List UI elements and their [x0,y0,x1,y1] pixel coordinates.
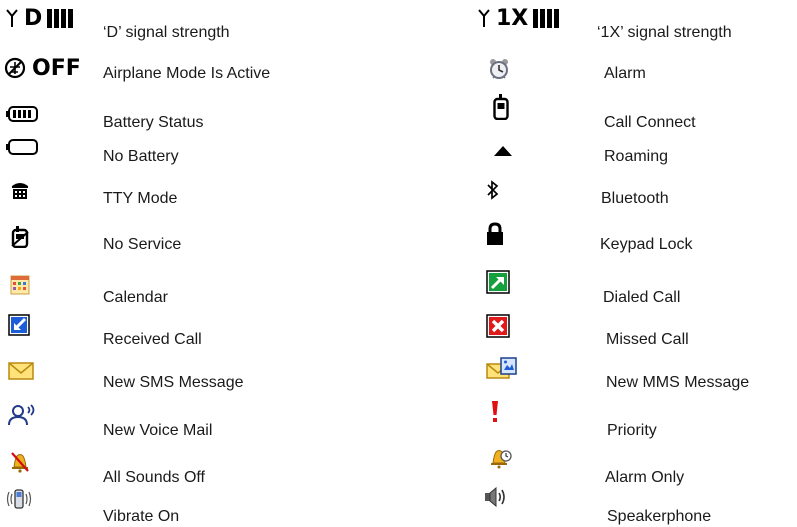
alarm-clock-icon [488,58,510,80]
battery-empty-icon [6,139,38,155]
airplane-mode-icon: OFF [4,54,81,82]
tty-mode-label: TTY Mode [103,190,178,207]
keypad-lock-label: Keypad Lock [600,236,693,253]
sms-envelope-icon [8,362,34,380]
new-mms-label: New MMS Message [606,374,750,391]
alarm-only-label: Alarm Only [605,469,685,486]
priority-label: Priority [607,422,657,439]
all-sounds-off-label: All Sounds Off [103,469,205,486]
1x-signal-label: ‘1X’ signal strength [597,24,732,41]
roaming-triangle-icon [494,146,512,156]
mms-envelope-icon [486,356,518,380]
missed-call-icon [486,314,510,338]
sounds-off-bell-icon [10,451,30,473]
new-voice-mail-label: New Voice Mail [103,422,213,439]
speakerphone-label: Speakerphone [607,508,712,525]
1x-signal-icon: 1X [478,4,560,32]
alarm-only-bell-icon [490,447,512,469]
dialed-call-label: Dialed Call [603,289,681,306]
speakerphone-icon [483,487,507,507]
call-connect-label: Call Connect [604,114,696,131]
vibrate-on-label: Vibrate On [103,508,180,525]
alarm-label: Alarm [604,65,646,82]
received-call-label: Received Call [103,331,202,348]
received-call-icon [8,314,30,336]
no-service-label: No Service [103,236,182,253]
battery-full-icon [6,106,38,122]
missed-call-label: Missed Call [606,331,689,348]
battery-status-label: Battery Status [103,114,204,131]
bluetooth-label: Bluetooth [601,190,669,207]
vibrate-phone-icon [6,488,32,510]
d-signal-icon: D [6,4,74,32]
priority-exclamation-icon [490,400,500,424]
airplane-mode-label: Airplane Mode Is Active [103,65,271,82]
calendar-icon [10,275,30,295]
padlock-icon [486,222,504,246]
tty-icon [10,180,30,200]
new-sms-label: New SMS Message [103,374,244,391]
no-battery-label: No Battery [103,148,179,165]
calendar-label: Calendar [103,289,168,306]
no-service-icon [10,226,30,248]
roaming-label: Roaming [604,148,669,165]
dialed-call-icon [486,270,510,294]
bluetooth-icon [486,180,500,200]
voice-mail-icon [8,404,36,426]
call-connect-icon [493,94,509,120]
d-signal-label: ‘D’ signal strength [103,24,230,41]
